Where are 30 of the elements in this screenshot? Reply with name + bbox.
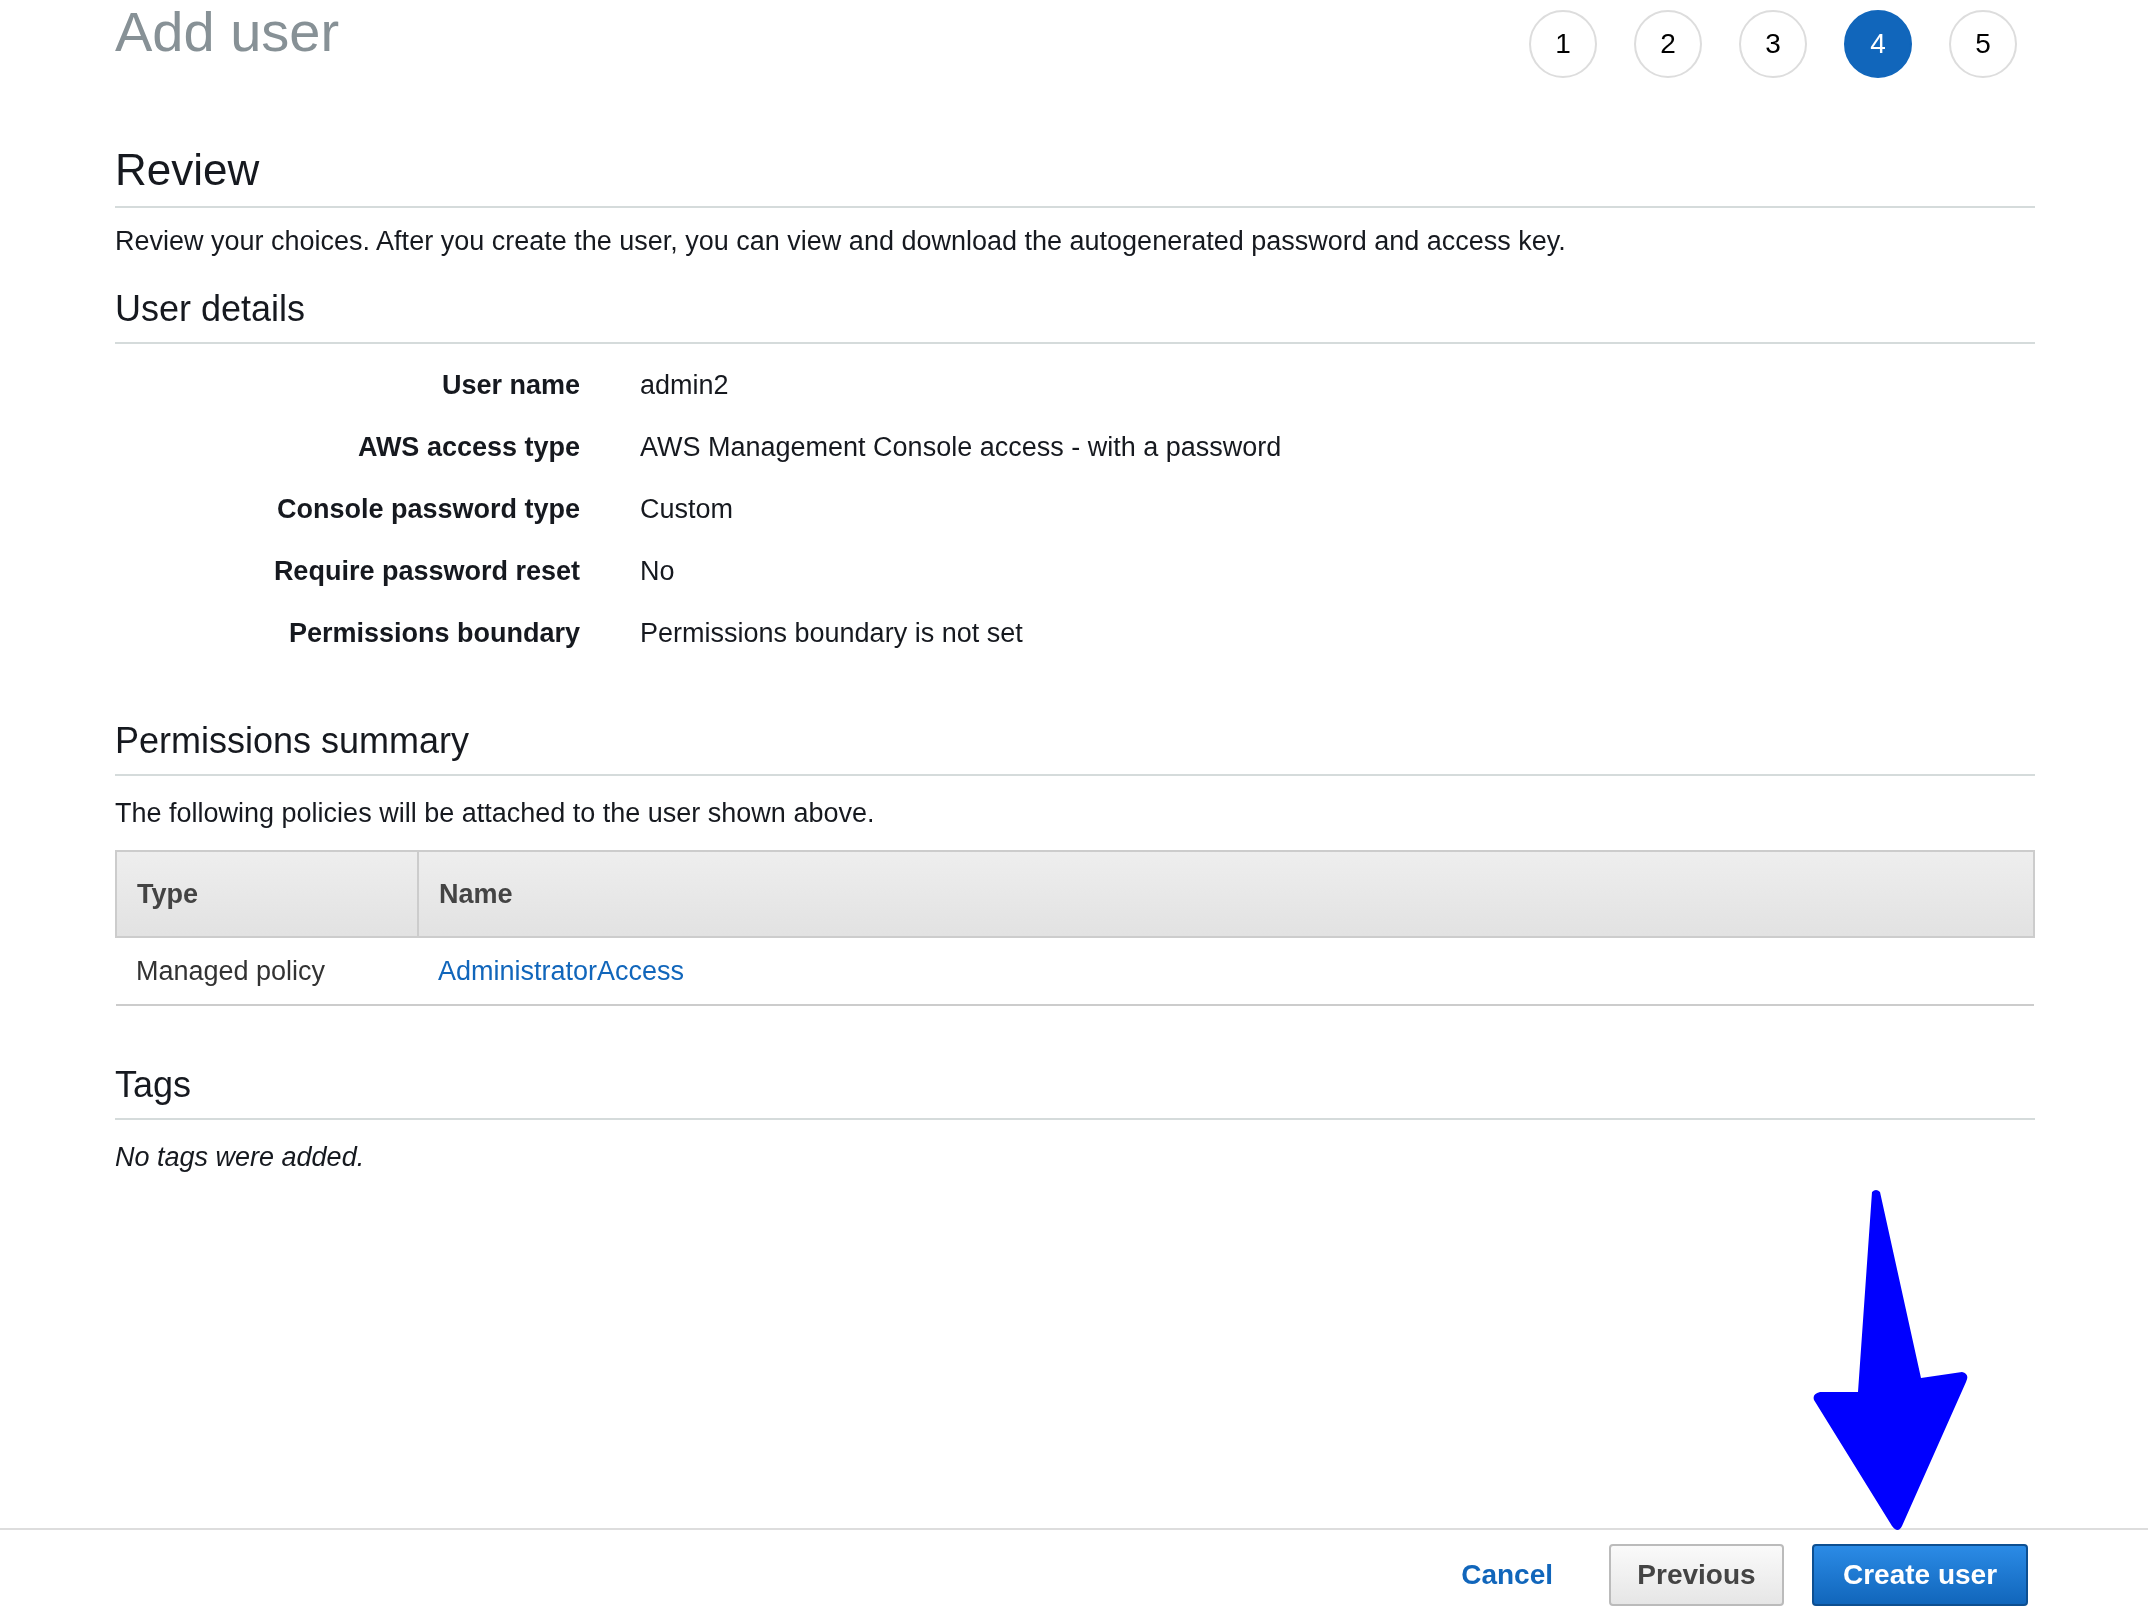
description-text: Review your choices. After you create the user, you can view and download the autogenerated password and access key. (115, 225, 1567, 258)
field-value: Custom (640, 493, 735, 526)
field-value: Permissions boundary is not set (640, 617, 1024, 650)
field-label: Permissions boundary (287, 617, 580, 650)
field-label: Console password type (275, 493, 580, 526)
column-header: Type (116, 851, 418, 937)
step-indicator[interactable]: 2 (1634, 10, 1702, 78)
field-value: AWS Management Console access - with a password (640, 431, 1283, 464)
field-value: admin2 (640, 369, 730, 402)
create-button[interactable]: Create user (1812, 1544, 2028, 1606)
field-value: No (640, 555, 676, 588)
field-label: AWS access type (356, 431, 580, 464)
empty-message: No tags were added. (115, 1142, 366, 1173)
page-title: Add user (115, 0, 340, 64)
step-indicator[interactable]: 4 (1844, 10, 1912, 78)
section-heading: Review (115, 144, 2035, 208)
field-label: User name (440, 369, 580, 402)
column-header: Name (418, 851, 2034, 937)
cancel-link[interactable]: Cancel (1433, 1544, 1581, 1606)
section-heading: Permissions summary (115, 718, 2035, 776)
table-cell: Managed policy (116, 937, 418, 1005)
description-text: The following policies will be attached to the user shown above. (115, 797, 876, 830)
step-indicator[interactable]: 5 (1949, 10, 2017, 78)
previous-button[interactable]: Previous (1609, 1544, 1784, 1606)
field-label: Require password reset (272, 555, 580, 588)
section-heading: Tags (115, 1062, 2035, 1120)
section-heading: User details (115, 286, 2035, 344)
step-indicator[interactable]: 1 (1529, 10, 1597, 78)
policy-link[interactable]: AdministratorAccess (438, 955, 685, 986)
step-indicator[interactable]: 3 (1739, 10, 1807, 78)
